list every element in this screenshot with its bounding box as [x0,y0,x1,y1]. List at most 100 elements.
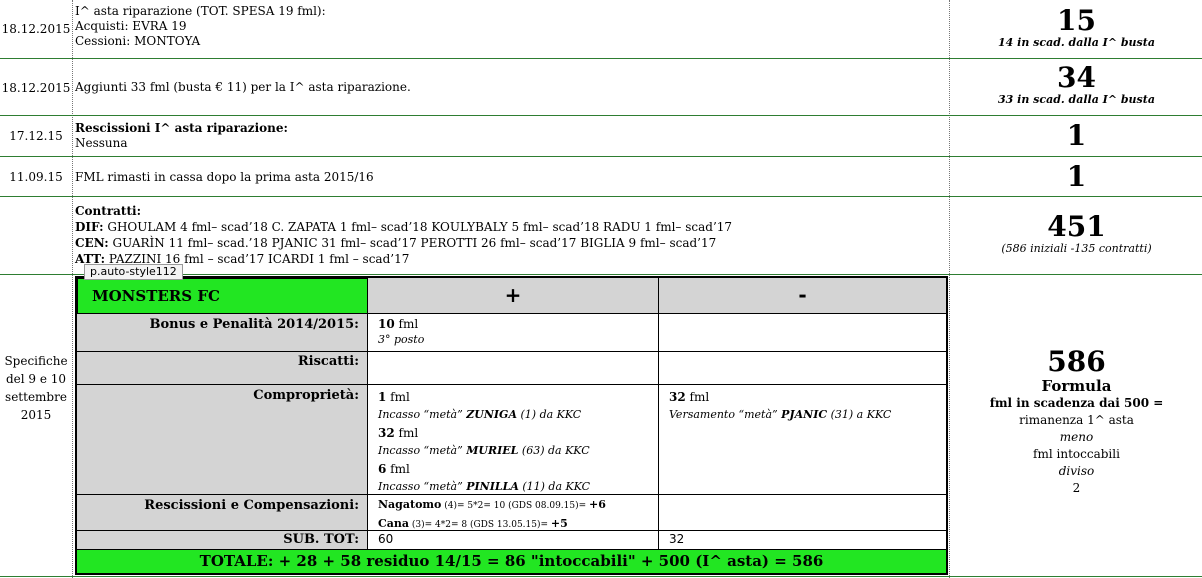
desc-line: Cessioni: MONTOYA [75,34,201,48]
team-name: MONSTERS FC [92,287,220,305]
compro-unit: fml [685,390,710,404]
compro-player: PJANIC [781,408,828,421]
compro-suffix: (31) a KKC [827,408,892,421]
bonus-note: 3° posto [378,333,425,346]
value-number: 1 [1066,119,1087,152]
row-date: 18.12.2015 [1,81,71,95]
resc-detail: (3)= 4*2= 8 (GDS 13.05.15)= [409,520,551,530]
subtot-minus: 32 [669,532,685,546]
formula-line: 2 [1072,481,1081,495]
row-separator [0,115,1202,116]
value-note: 33 in scad. dalla I^ busta [998,93,1155,106]
desc-title: Rescissioni I^ asta riparazione: [75,121,288,135]
resc-result: +5 [550,517,568,530]
formula-line: fml intoccabili [1033,447,1120,461]
bonus-label: Bonus e Penalità 2014/2015: [149,317,359,332]
contracts-dif-text: GHOULAM 4 fml– scad’18 C. ZAPATA 1 fml– … [107,220,733,234]
monsters-fc-table: MONSTERS FC + - Bonus e Penalità 2014/20… [75,276,948,575]
compro-unit: fml [394,426,419,440]
compro-prefix: Incasso “metà” [378,480,467,493]
compro-label-cell: Comproprietà: [77,385,368,495]
resc-minus-cell [659,495,946,531]
spec-date: Specifiche del 9 e 10 settembre 2015 [0,352,72,424]
spec-value: 586 Formula fml in scadenza dai 500 = ri… [951,347,1202,497]
desc-line: I^ asta riparazione (TOT. SPESA 19 fml): [75,4,326,18]
bonus-unit: fml [394,317,419,331]
compro-player: ZUNIGA [466,408,517,421]
bonus-amount: 10 [378,317,395,331]
compro-label: Comproprietà: [253,388,359,403]
resc-result: +6 [589,498,606,511]
row-value: 451 (586 iniziali -135 contratti) [951,210,1202,256]
contracts-dif-label: DIF: [75,220,104,234]
contracts-block: Contratti: DIF: GHOULAM 4 fml– scad’18 C… [75,203,945,267]
contracts-cen-text: GUARÌN 11 fml– scad.’18 PJANIC 31 fml– s… [112,236,717,250]
row-value: 1 [951,121,1202,151]
compro-minus-cell: 32 fml Versamento “metà” PJANIC (31) a K… [659,385,946,495]
contracts-title: Contratti: [75,204,141,218]
compro-plus-value: 6 fml [378,460,648,478]
riscatti-minus-cell [659,352,946,385]
riscatti-label-cell: Riscatti: [77,352,368,385]
spec-date-line: del 9 e 10 [5,372,67,386]
bonus-plus-cell: 10 fml 3° posto [368,314,659,352]
contracts-dif: DIF: GHOULAM 4 fml– scad’18 C. ZAPATA 1 … [75,219,945,235]
team-name-cell: MONSTERS FC [77,278,368,314]
value-note: 14 in scad. dalla I^ busta [998,36,1155,49]
subtot-plus: 60 [378,532,394,546]
row-date: 11.09.15 [9,170,63,184]
formula-title: Formula [1041,377,1112,395]
contracts-att: ATT: PAZZINI 16 fml – scad’17 ICARDI 1 f… [75,251,945,267]
row-separator [0,58,1202,59]
compro-plus-value: 1 fml [378,388,648,406]
resc-player: Nagatomo [378,498,442,511]
row-separator [0,196,1202,197]
row-description: Aggiunti 33 fml (busta € 11) per la I^ a… [75,80,945,95]
resc-label: Rescissioni e Compensazioni: [144,498,359,513]
compro-unit: fml [386,390,410,404]
row-value: 34 33 in scad. dalla I^ busta [951,61,1202,107]
plus-header: + [368,278,659,314]
compro-plus-note: Incasso “metà” ZUNIGA (1) da KKC [378,406,648,424]
compro-plus-note: Incasso “metà” PINILLA (11) da KKC [378,478,648,496]
compro-unit: fml [386,462,410,476]
row-description: Rescissioni I^ asta riparazione: Nessuna [75,121,945,151]
resc-plus-cell: Nagatomo (4)= 5*2= 10 (GDS 08.09.15)= +6… [368,495,659,531]
compro-plus-value: 32 fml [378,424,648,442]
compro-suffix: (63) da KKC [518,444,590,457]
compro-amount: 32 [669,390,686,404]
bonus-value: 10 fml [378,317,648,332]
contracts-cen: CEN: GUARÌN 11 fml– scad.’18 PJANIC 31 f… [75,235,945,251]
minus-header: - [659,278,946,314]
bonus-label-cell: Bonus e Penalità 2014/2015: [77,314,368,352]
formula-line: meno [1059,430,1094,444]
compro-player: MURIEL [466,444,519,457]
desc-line: Acquisti: EVRA 19 [75,19,187,33]
plus-header-label: + [504,283,522,307]
resc-label-cell: Rescissioni e Compensazioni: [77,495,368,531]
resc-detail: (4)= 5*2= 10 (GDS 08.09.15)= [441,501,590,511]
value-number: 34 [1057,61,1096,94]
subtot-plus-cell: 60 [368,531,659,550]
column-divider-left [72,0,73,578]
element-inspector-tooltip: p.auto-style112 [84,264,183,280]
resc-entry: Nagatomo (4)= 5*2= 10 (GDS 08.09.15)= +6 [378,496,648,515]
value-note: (586 iniziali -135 contratti) [1001,242,1152,255]
riscatti-label: Riscatti: [297,354,359,369]
subtot-label-cell: SUB. TOT: [77,531,368,550]
compro-minus-note: Versamento “metà” PJANIC (31) a KKC [669,406,936,424]
value-number: 586 [1047,345,1106,378]
formula-line: diviso [1058,464,1095,478]
compro-prefix: Incasso “metà” [378,444,467,457]
value-number: 451 [1047,210,1106,243]
desc-line: FML rimasti in cassa dopo la prima asta … [75,170,374,184]
compro-suffix: (1) da KKC [517,408,582,421]
subtot-label: SUB. TOT: [283,532,359,547]
spec-date-line: Specifiche [4,354,68,368]
resc-player: Cana [378,517,410,530]
value-number: 1 [1066,160,1087,193]
compro-plus-note: Incasso “metà” MURIEL (63) da KKC [378,442,648,460]
compro-plus-cell: 1 fml Incasso “metà” ZUNIGA (1) da KKC 3… [368,385,659,495]
value-number: 15 [1057,4,1096,37]
spec-date-line: 2015 [20,408,52,422]
